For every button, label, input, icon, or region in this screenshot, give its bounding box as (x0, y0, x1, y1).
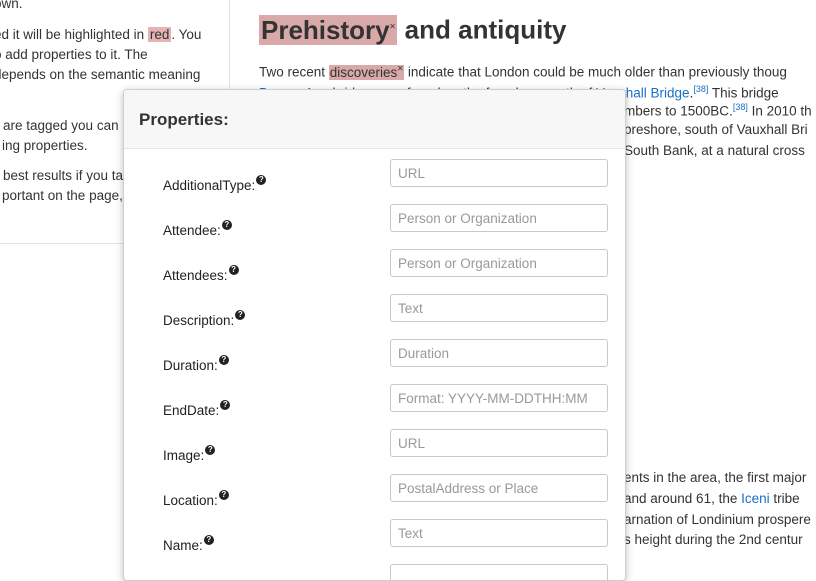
instruction-line: best results if you ta (3, 168, 124, 183)
word-tag[interactable]: discoveries× (328, 63, 405, 80)
remove-tag-icon[interactable]: × (390, 21, 396, 32)
instruction-line: ing properties. (2, 138, 88, 153)
dialog-title: Properties: (139, 110, 229, 129)
properties-dialog: Properties: AdditionalType:? Attendee:? … (123, 89, 626, 581)
dialog-header: Properties: (124, 90, 625, 149)
property-row-additionaltype: AdditionalType:? (124, 159, 625, 199)
article-paragraph: ents in the area, the first major (624, 470, 807, 485)
property-row-name: Name:? (124, 519, 625, 559)
help-icon[interactable]: ? (256, 175, 267, 185)
image-input[interactable] (390, 429, 608, 457)
attendees-input[interactable] (390, 249, 608, 277)
instruction-line: are tagged you can (3, 118, 119, 133)
instruction-line: o add properties to it. The (0, 47, 148, 62)
property-row-attendee: Attendee:? (124, 204, 625, 244)
property-row-location: Location:? (124, 474, 625, 514)
article-paragraph: arnation of Londinium prospere (624, 512, 811, 527)
attendee-input[interactable] (390, 204, 608, 232)
reference-link[interactable]: [38] (693, 84, 708, 94)
property-label: Duration:? (163, 355, 229, 373)
instruction-line: portant on the page, (2, 188, 123, 203)
help-icon[interactable]: ? (220, 400, 231, 410)
property-label: Image:? (163, 445, 216, 463)
property-label: Location:? (163, 490, 229, 508)
property-label: Name:? (163, 535, 214, 553)
article-paragraph: s height during the 2nd centur (624, 532, 803, 547)
property-row-enddate: EndDate:? (124, 384, 625, 424)
property-label: AdditionalType:? (163, 175, 267, 193)
help-icon[interactable]: ? (235, 310, 246, 320)
red-highlight-sample: red (147, 27, 172, 42)
instruction-line: ed it will be highlighted in red. You (0, 27, 202, 42)
article-paragraph: preshore, south of Vauxhall Bri (624, 122, 808, 137)
property-row-image: Image:? (124, 429, 625, 469)
help-icon[interactable]: ? (218, 355, 229, 365)
property-row-duration: Duration:? (124, 339, 625, 379)
property-row-description: Description:? (124, 294, 625, 334)
title-tag[interactable]: Prehistory× (259, 14, 398, 45)
duration-input[interactable] (390, 339, 608, 367)
instruction-line: depends on the semantic meaning (0, 67, 201, 82)
property-row-attendees: Attendees:? (124, 249, 625, 289)
additionaltype-input[interactable] (390, 159, 608, 187)
remove-tag-icon[interactable]: × (397, 63, 403, 74)
property-label: Attendee:? (163, 220, 232, 238)
link-iceni[interactable]: Iceni (741, 491, 770, 506)
section-title: Prehistory× and antiquity (259, 14, 567, 45)
name-input[interactable] (390, 519, 608, 547)
help-icon[interactable]: ? (218, 490, 229, 500)
property-label: Attendees:? (163, 265, 239, 283)
help-icon[interactable]: ? (203, 535, 214, 545)
help-icon[interactable]: ? (205, 445, 216, 455)
description-input[interactable] (390, 294, 608, 322)
reference-link[interactable]: [38] (733, 102, 748, 112)
article-paragraph: South Bank, at a natural cross (624, 143, 805, 158)
location-input[interactable] (390, 474, 608, 502)
help-icon[interactable]: ? (228, 265, 239, 275)
property-label: EndDate:? (163, 400, 231, 418)
help-icon[interactable]: ? (221, 220, 232, 230)
article-paragraph: mbers to 1500BC.[38] In 2010 th (624, 102, 812, 119)
enddate-input[interactable] (390, 384, 608, 412)
property-label: Description:? (163, 310, 246, 328)
instruction-line: own. (0, 0, 23, 11)
article-paragraph: and around 61, the Iceni tribe (624, 491, 800, 506)
